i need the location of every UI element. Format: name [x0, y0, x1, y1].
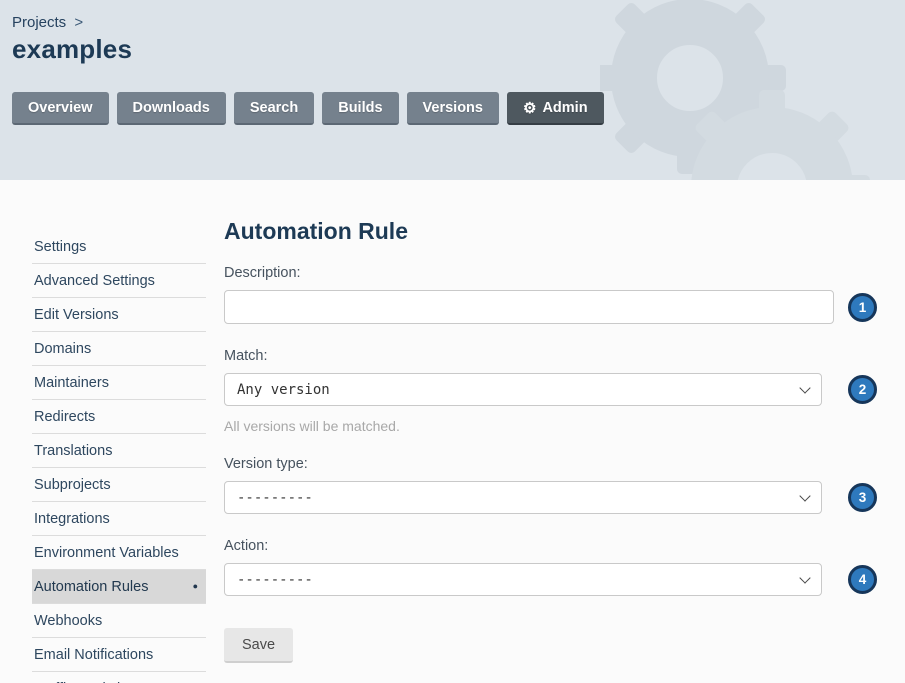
- annotation-badge-1: 1: [848, 293, 877, 322]
- description-input[interactable]: [224, 290, 834, 324]
- match-select[interactable]: Any version: [224, 373, 822, 406]
- version-type-select[interactable]: ---------: [224, 481, 822, 514]
- sidebar-item-traffic-analytics[interactable]: Traffic Analytics: [32, 672, 206, 683]
- annotation-badge-4: 4: [848, 565, 877, 594]
- sidebar-item-email-notifications[interactable]: Email Notifications: [32, 638, 206, 672]
- breadcrumb: Projects >: [12, 14, 905, 31]
- nav-tab-admin[interactable]: ⚙ Admin: [507, 92, 604, 125]
- nav-tab-search[interactable]: Search: [234, 92, 314, 125]
- sidebar-item-label: Environment Variables: [34, 545, 179, 561]
- sidebar-item-label: Redirects: [34, 409, 95, 425]
- description-label: Description:: [224, 265, 884, 281]
- sidebar-item-label: Automation Rules: [34, 579, 148, 595]
- active-item-bullet-icon: ●: [193, 582, 198, 591]
- chevron-down-icon: [799, 490, 810, 501]
- save-button[interactable]: Save: [224, 628, 293, 663]
- sidebar-item-label: Maintainers: [34, 375, 109, 391]
- project-nav: Overview Downloads Search Builds Version…: [12, 92, 905, 125]
- match-help-text: All versions will be matched.: [224, 418, 884, 434]
- match-label: Match:: [224, 348, 884, 364]
- version-type-select-value: ---------: [237, 490, 313, 506]
- page: Projects > examples Overview Downloads S…: [0, 0, 905, 683]
- description-row: 1: [224, 290, 884, 324]
- sidebar-item-automation-rules[interactable]: Automation Rules ●: [32, 570, 206, 604]
- sidebar-item-label: Advanced Settings: [34, 273, 155, 289]
- nav-tab-overview[interactable]: Overview: [12, 92, 109, 125]
- sidebar-item-environment-variables[interactable]: Environment Variables: [32, 536, 206, 570]
- sidebar-item-label: Edit Versions: [34, 307, 119, 323]
- sidebar-item-subprojects[interactable]: Subprojects: [32, 468, 206, 502]
- sidebar-item-integrations[interactable]: Integrations: [32, 502, 206, 536]
- annotation-badge-2: 2: [848, 375, 877, 404]
- chevron-down-icon: [799, 382, 810, 393]
- content-area: Settings Advanced Settings Edit Versions…: [0, 180, 905, 683]
- sidebar-item-advanced-settings[interactable]: Advanced Settings: [32, 264, 206, 298]
- sidebar-item-settings[interactable]: Settings: [32, 230, 206, 264]
- project-header: Projects > examples Overview Downloads S…: [0, 0, 905, 180]
- sidebar-item-label: Settings: [34, 239, 86, 255]
- page-title: examples: [12, 34, 905, 65]
- sidebar-item-redirects[interactable]: Redirects: [32, 400, 206, 434]
- sidebar-item-webhooks[interactable]: Webhooks: [32, 604, 206, 638]
- action-label: Action:: [224, 538, 884, 554]
- sidebar-item-label: Email Notifications: [34, 647, 153, 663]
- sidebar-item-domains[interactable]: Domains: [32, 332, 206, 366]
- match-select-value: Any version: [237, 382, 330, 398]
- sidebar-item-maintainers[interactable]: Maintainers: [32, 366, 206, 400]
- nav-tab-downloads[interactable]: Downloads: [117, 92, 226, 125]
- match-row: Any version 2: [224, 373, 884, 406]
- breadcrumb-projects-link[interactable]: Projects: [12, 14, 66, 31]
- version-type-label: Version type:: [224, 456, 884, 472]
- nav-tab-versions[interactable]: Versions: [407, 92, 499, 125]
- sidebar-item-label: Translations: [34, 443, 112, 459]
- sidebar-item-label: Integrations: [34, 511, 110, 527]
- gear-icon: ⚙: [523, 101, 536, 116]
- sidebar-item-label: Domains: [34, 341, 91, 357]
- sidebar-item-edit-versions[interactable]: Edit Versions: [32, 298, 206, 332]
- nav-tab-admin-label: Admin: [542, 100, 587, 116]
- automation-rule-form: Automation Rule Description: 1 Match: An…: [224, 218, 884, 663]
- admin-sidebar: Settings Advanced Settings Edit Versions…: [32, 230, 206, 683]
- action-select[interactable]: ---------: [224, 563, 822, 596]
- sidebar-item-label: Webhooks: [34, 613, 102, 629]
- action-row: --------- 4: [224, 563, 884, 596]
- action-select-value: ---------: [237, 572, 313, 588]
- nav-tab-builds[interactable]: Builds: [322, 92, 398, 125]
- sidebar-item-label: Subprojects: [34, 477, 111, 493]
- form-title: Automation Rule: [224, 218, 884, 245]
- annotation-badge-3: 3: [848, 483, 877, 512]
- version-type-row: --------- 3: [224, 481, 884, 514]
- breadcrumb-separator: >: [74, 14, 83, 31]
- chevron-down-icon: [799, 572, 810, 583]
- sidebar-item-translations[interactable]: Translations: [32, 434, 206, 468]
